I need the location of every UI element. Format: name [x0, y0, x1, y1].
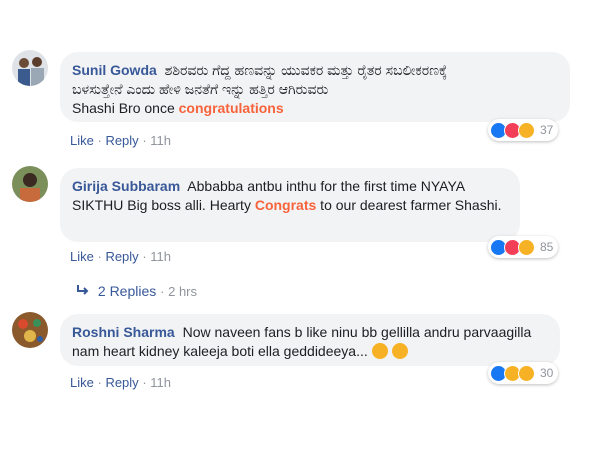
reaction-count: 37: [540, 123, 554, 137]
reaction-summary[interactable]: 37: [488, 119, 559, 141]
comment-timestamp[interactable]: 11h: [150, 133, 171, 148]
comment-bubble: Girija Subbaram Abbabba antbu inthu for …: [60, 168, 520, 242]
like-link[interactable]: Like: [70, 375, 94, 390]
replies-timestamp: 2 hrs: [168, 284, 198, 299]
comment-author[interactable]: Roshni Sharma: [72, 324, 175, 340]
comment-text: ಬಳಸುತ್ತೇನೆ ಎಂದು ಹೇಳಿ ಜನತೆಗೆ ಇನ್ನು ಹತ್ತಿರ…: [72, 81, 329, 97]
wow-reaction-icon: [518, 238, 535, 256]
highlighted-word: Congrats: [254, 197, 317, 213]
comment-actions: Like · Reply · 11h: [70, 133, 171, 148]
highlighted-word: congratulations: [178, 100, 284, 116]
reply-arrow-icon: [76, 283, 94, 299]
comment-text: ಶಶಿರವರು ಗೆದ್ದ ಹಣವನ್ನು ಯುವಕರ ಮತ್ತು ರೈತರ ಸ…: [164, 62, 448, 78]
comment-author[interactable]: Girija Subbaram: [72, 178, 180, 194]
like-link[interactable]: Like: [70, 133, 94, 148]
reply-link[interactable]: Reply: [105, 249, 138, 264]
comment-actions: Like · Reply · 11h: [70, 249, 171, 264]
like-link[interactable]: Like: [70, 249, 94, 264]
reaction-count: 30: [540, 366, 554, 380]
reply-link[interactable]: Reply: [105, 375, 138, 390]
comment-timestamp[interactable]: 11h: [150, 249, 171, 264]
reaction-summary[interactable]: 30: [488, 362, 559, 384]
comment-author[interactable]: Sunil Gowda: [72, 62, 157, 78]
comment-timestamp[interactable]: 11h: [150, 375, 171, 390]
reaction-count: 85: [540, 240, 554, 254]
avatar[interactable]: [12, 312, 48, 348]
reply-link[interactable]: Reply: [105, 133, 138, 148]
comment-actions: Like · Reply · 11h: [70, 375, 171, 390]
replies-count-label[interactable]: 2 Replies: [98, 283, 156, 299]
laughing-emoji-icon: [371, 343, 388, 359]
laughing-emoji-icon: [391, 343, 408, 359]
sad-reaction-icon: [518, 364, 535, 382]
comment-text: Shashi Bro once: [72, 100, 179, 116]
comment-text: to our dearest farmer Shashi.: [316, 197, 502, 213]
reaction-summary[interactable]: 85: [488, 236, 559, 258]
wow-reaction-icon: [518, 121, 535, 139]
view-replies-link[interactable]: 2 Replies · 2 hrs: [76, 283, 197, 299]
avatar[interactable]: [12, 166, 48, 202]
avatar[interactable]: [12, 50, 48, 86]
comment-bubble: Roshni Sharma Now naveen fans b like nin…: [60, 314, 560, 366]
comment-bubble: Sunil Gowda ಶಶಿರವರು ಗೆದ್ದ ಹಣವನ್ನು ಯುವಕರ …: [60, 52, 570, 122]
